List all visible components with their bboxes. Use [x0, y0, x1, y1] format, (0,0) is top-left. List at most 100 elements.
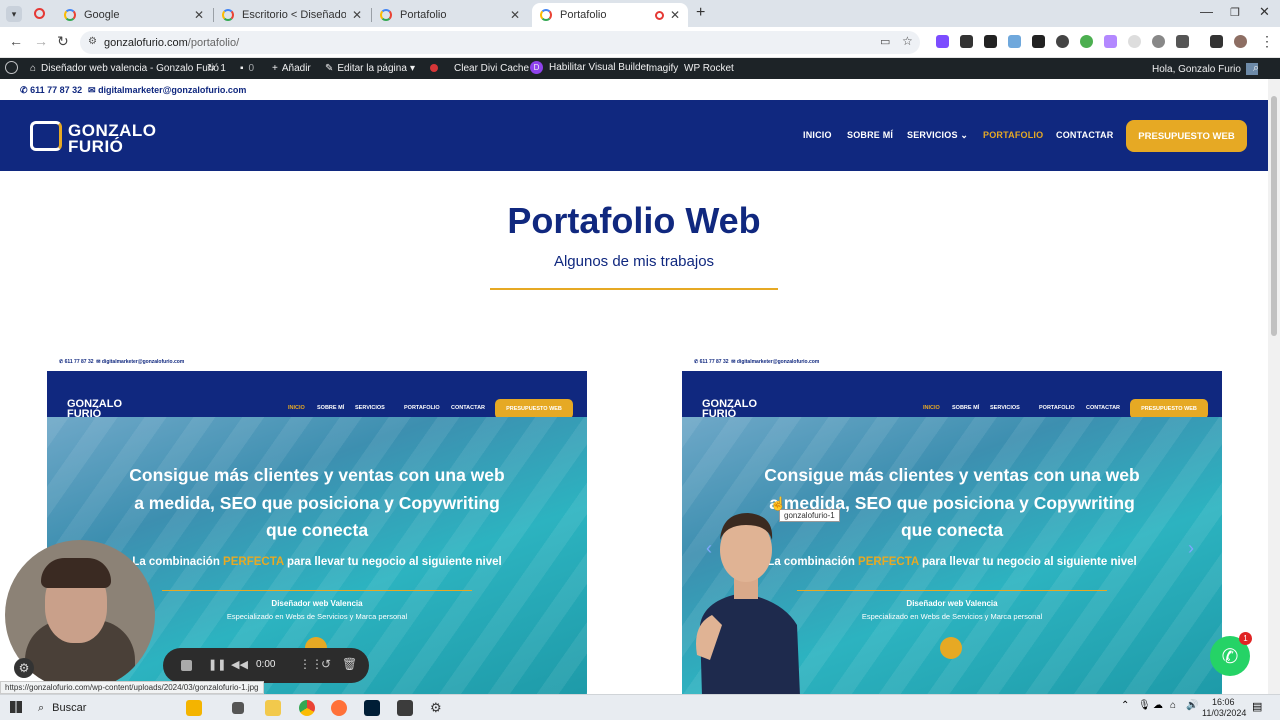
trash-icon[interactable]: 🗑 — [342, 657, 357, 671]
home-icon: ⌂ — [30, 63, 37, 74]
google-icon — [380, 9, 392, 21]
drag-handle-icon[interactable]: ⋮⋮ — [299, 657, 323, 671]
reload-icon[interactable]: ↻ — [57, 33, 69, 50]
address-bar[interactable]: ⚙ gonzalofurio.com/portafolio/ ▭ ☆ — [80, 31, 920, 54]
windows-start-icon[interactable] — [10, 701, 22, 713]
pause-icon[interactable]: ❚❚ — [208, 658, 226, 671]
settings-icon[interactable]: ⚙ — [430, 700, 446, 716]
cloud-icon[interactable]: ☁ — [1153, 700, 1163, 711]
slider-next-icon[interactable]: › — [1188, 538, 1194, 559]
wp-add-new[interactable]: + Añadir — [272, 63, 311, 74]
restore-icon[interactable]: ❐ — [1230, 6, 1240, 19]
profile-avatar[interactable] — [1234, 35, 1247, 48]
wp-greeting[interactable]: Hola, Gonzalo Furio — [1152, 63, 1258, 75]
wp-visual-builder[interactable]: D Habilitar Visual Builder — [530, 61, 649, 74]
close-tab-icon[interactable]: ✕ — [194, 8, 204, 22]
phone-icon: ✆ — [20, 85, 28, 95]
tab-portafolio-1[interactable]: Portafolio ✕ — [372, 3, 528, 27]
rewind-icon[interactable]: ◀◀ — [231, 658, 248, 671]
wordpress-icon[interactable] — [5, 61, 18, 74]
task-view-icon[interactable] — [232, 702, 244, 714]
stop-icon[interactable] — [181, 660, 192, 671]
bookmark-star-icon[interactable]: ☆ — [902, 34, 913, 48]
volume-icon[interactable]: 🔊 — [1186, 700, 1198, 711]
firefox-icon[interactable] — [331, 700, 347, 716]
new-tab-button[interactable]: + — [696, 4, 705, 22]
mic-icon[interactable]: 🎙 — [1138, 700, 1151, 711]
nav-inicio[interactable]: INICIO — [803, 130, 832, 140]
contact-phone[interactable]: ✆ 611 77 87 32 — [20, 85, 82, 96]
notifications-icon[interactable]: ▤ — [1252, 700, 1262, 713]
close-tab-icon[interactable]: ✕ — [670, 8, 680, 22]
thumb-headline: Consigue más clientes y ventas con una w… — [129, 465, 505, 540]
clock-date[interactable]: 11/03/2024 — [1202, 708, 1246, 718]
settings-gear-icon[interactable]: ⚙ — [14, 658, 34, 678]
status-dot-icon — [430, 64, 438, 72]
side-panel-icon[interactable] — [1210, 35, 1223, 48]
wp-rocket[interactable]: WP Rocket — [684, 63, 734, 74]
nav-portafolio[interactable]: PORTAFOLIO — [983, 130, 1043, 140]
extension-icon[interactable] — [1008, 35, 1021, 48]
plus-icon: + — [272, 63, 278, 74]
extensions-puzzle-icon[interactable] — [1176, 35, 1189, 48]
close-tab-icon[interactable]: ✕ — [510, 8, 520, 22]
photoshop-icon[interactable] — [364, 700, 380, 716]
forward-icon[interactable]: → — [34, 33, 48, 49]
file-explorer-icon[interactable] — [265, 700, 281, 716]
close-tab-icon[interactable]: ✕ — [352, 8, 362, 22]
extension-icon[interactable] — [1104, 35, 1117, 48]
cast-icon[interactable]: ▭ — [880, 35, 890, 48]
scrollbar-thumb[interactable] — [1271, 96, 1277, 336]
clock-time[interactable]: 16:06 — [1212, 697, 1235, 707]
close-window-icon[interactable]: ✕ — [1259, 4, 1270, 20]
extension-icon[interactable] — [1032, 35, 1045, 48]
extension-icon[interactable] — [1056, 35, 1069, 48]
divi-icon: D — [530, 61, 543, 74]
contact-email[interactable]: ✉ digitalmarketer@gonzalofurio.com — [88, 85, 246, 96]
extension-icon[interactable] — [1152, 35, 1165, 48]
wp-updates[interactable]: ↻ 1 — [207, 63, 226, 74]
site-logo[interactable]: GONZALO FURIÓ — [30, 120, 170, 156]
browser-tab-strip: ▾ Google ✕ Escritorio < Diseñador web va… — [0, 0, 1280, 27]
url-path: /portafolio/ — [187, 36, 240, 49]
record-icon[interactable] — [34, 8, 45, 19]
image-tooltip: gonzalofurio-1 — [779, 509, 840, 522]
wp-imagify[interactable]: Imagify — [646, 63, 678, 74]
tray-chevron-icon[interactable]: ⌃ — [1121, 700, 1129, 711]
wp-clear-divi-cache[interactable]: Clear Divi Cache — [454, 63, 529, 74]
tab-search-icon[interactable]: ▾ — [6, 6, 22, 22]
nav-contactar[interactable]: CONTACTAR — [1056, 130, 1113, 140]
nav-sobre-mi[interactable]: SOBRE MÍ — [847, 130, 893, 140]
restart-icon[interactable]: ↺ — [321, 657, 331, 671]
extension-icon[interactable] — [1080, 35, 1093, 48]
wp-comments[interactable]: ▪ 0 — [240, 63, 254, 74]
wifi-icon[interactable]: ⌂ — [1170, 700, 1176, 711]
medal-icon — [940, 637, 962, 659]
google-icon — [222, 9, 234, 21]
nav-servicios[interactable]: SERVICIOS ⌄ — [907, 130, 968, 141]
status-bar-url: https://gonzalofurio.com/wp-content/uplo… — [0, 681, 264, 694]
extension-icon[interactable] — [936, 35, 949, 48]
wp-edit-page[interactable]: ✎ Editar la página — [325, 63, 407, 74]
tab-escritorio[interactable]: Escritorio < Diseñador web valencia ✕ — [214, 3, 370, 27]
browser-toolbar: ← → ↻ ⚙ gonzalofurio.com/portafolio/ ▭ ☆… — [0, 27, 1280, 58]
site-info-icon[interactable]: ⚙ — [88, 36, 97, 47]
minimize-icon[interactable]: — — [1200, 4, 1213, 19]
mouse-cursor-icon: ☝ — [770, 496, 787, 511]
presupuesto-web-button[interactable]: PRESUPUESTO WEB — [1126, 120, 1247, 152]
wp-site-name[interactable]: ⌂ Diseñador web valencia - Gonzalo Furió — [30, 63, 219, 74]
email-icon: ✉ — [88, 85, 96, 95]
sticky-notes-icon[interactable] — [397, 700, 413, 716]
menu-kebab-icon[interactable]: ⋮ — [1260, 33, 1274, 50]
back-icon[interactable]: ← — [9, 33, 23, 49]
wp-search-icon[interactable]: ⌕ — [1253, 62, 1259, 75]
chrome-icon[interactable] — [299, 700, 315, 716]
tab-portafolio-active[interactable]: Portafolio ✕ — [532, 3, 688, 27]
eyedropper-icon[interactable] — [960, 35, 973, 48]
extension-icon[interactable] — [984, 35, 997, 48]
yoast-icon[interactable]: ▾ — [410, 63, 415, 74]
tab-google[interactable]: Google ✕ — [56, 3, 212, 27]
extension-icon[interactable] — [1128, 35, 1141, 48]
widgets-icon[interactable] — [186, 700, 202, 716]
page-subtitle: Algunos de mis trabajos — [553, 253, 715, 270]
